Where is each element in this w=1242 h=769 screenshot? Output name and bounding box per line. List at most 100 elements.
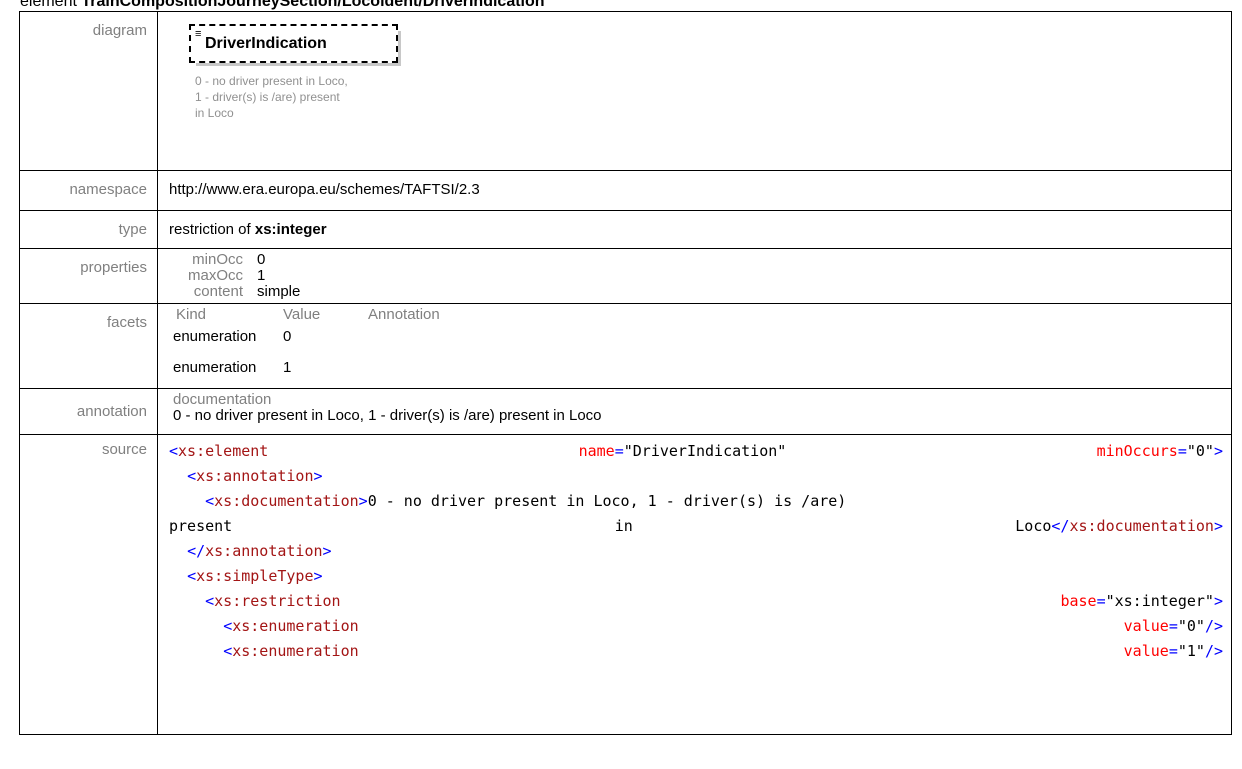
property-key: minOcc [192, 251, 243, 268]
property-value: simple [257, 283, 301, 300]
source-token-group: in [615, 514, 633, 539]
namespace-row: namespace http://www.era.europa.eu/schem… [19, 170, 1232, 211]
source-token: xs:documentation [1069, 517, 1214, 535]
source-token: "1" [1177, 642, 1205, 660]
source-token: > [1213, 517, 1223, 535]
facet-value: 1 [283, 359, 292, 376]
source-token: 0 - no driver present in Loco, 1 - drive… [367, 492, 847, 510]
source-token: > [313, 567, 323, 585]
source-line: <xs:annotation> [169, 464, 1223, 489]
element-path: TrainCompositionJourneySection/Locoident… [81, 0, 545, 10]
facet-kind: enumeration [173, 359, 257, 376]
facet-value: 0 [283, 328, 292, 345]
type-prefix: restriction of [169, 221, 255, 238]
source-token: xs:enumeration [232, 642, 359, 660]
source-token: xs:annotation [196, 467, 314, 485]
source-label: source [19, 434, 158, 735]
facets-header-kind: Kind [176, 306, 207, 323]
documentation-lines-icon: ≡ [195, 28, 202, 40]
source-line: present in Loco</xs:documentation> [169, 514, 1223, 539]
source-token: < [223, 617, 233, 635]
element-diagram: ≡ DriverIndication 0 - no driver present… [158, 12, 1231, 170]
facet-kind: enumeration [173, 328, 257, 345]
property-min-occ: minOcc 0 [169, 252, 1231, 268]
source-token-group: <xs:element [169, 439, 268, 464]
property-max-occ: maxOcc 1 [169, 268, 1231, 284]
source-token: xs:enumeration [232, 617, 359, 635]
property-key: content [193, 283, 243, 300]
source-token: < [205, 592, 215, 610]
diagram-label: diagram [19, 11, 158, 171]
source-token: xs:simpleType [196, 567, 314, 585]
facet-row: enumeration 0 [173, 328, 1231, 346]
source-token: > [1213, 442, 1223, 460]
source-token: minOccurs [1096, 442, 1178, 460]
property-value: 0 [257, 251, 266, 268]
source-token: = [1096, 592, 1106, 610]
source-token: = [614, 442, 624, 460]
source-token: xs:element [178, 442, 269, 460]
source-token-group: <xs:restriction [169, 589, 341, 614]
type-label: type [19, 210, 158, 249]
source-token: name [578, 442, 615, 460]
source-token-group: <xs:documentation>0 - no driver present … [169, 489, 846, 514]
annotation-text: 0 - no driver present in Loco, 1 - drive… [173, 407, 602, 424]
source-token-group: Loco</xs:documentation> [1015, 514, 1223, 539]
diagram-element-name: DriverIndication [205, 35, 327, 52]
source-token: "DriverIndication" [623, 442, 787, 460]
source-token: < [187, 567, 197, 585]
source-token: /> [1204, 617, 1223, 635]
source-row: source <xs:element name="DriverIndication… [19, 434, 1232, 735]
facets-header-value: Value [283, 306, 321, 323]
source-token-group: value="0"/> [1124, 614, 1223, 639]
type-base: xs:integer [254, 221, 327, 238]
diagram-row: diagram ≡ DriverIndication 0 - no driver… [19, 11, 1232, 171]
source-token-group: minOccurs="0"> [1097, 439, 1223, 464]
source-token: in [614, 517, 633, 535]
properties-row: properties minOcc 0 maxOcc 1 content simple [19, 248, 1232, 304]
source-token: /> [1204, 642, 1223, 660]
properties-label: properties [19, 248, 158, 304]
source-line: <xs:restriction base="xs:integer"> [169, 589, 1223, 614]
title-prefix: element [20, 0, 82, 10]
namespace-label: namespace [19, 170, 158, 211]
property-key: maxOcc [187, 267, 243, 284]
facets-header-annotation: Annotation [368, 306, 440, 323]
source-token-group: <xs:annotation> [169, 464, 323, 489]
source-token: < [205, 492, 215, 510]
page-title: element TrainCompositionJourneySection/L… [20, 0, 545, 11]
facets-header: Kind Value Annotation [173, 307, 1231, 322]
source-token: "0" [1186, 442, 1214, 460]
diagram-doc-line: 1 - driver(s) is /are) present [195, 90, 340, 104]
source-token: = [1177, 442, 1187, 460]
source-token: = [1168, 617, 1178, 635]
source-token: xs:annotation [205, 542, 323, 560]
source-line: <xs:simpleType> [169, 564, 1223, 589]
annotation-heading: documentation [173, 391, 272, 408]
source-line: <xs:element name="DriverIndication" minOcc… [169, 439, 1223, 464]
source-token: "0" [1177, 617, 1205, 635]
property-content: content simple [169, 284, 1231, 300]
source-token: > [1213, 592, 1223, 610]
source-token: > [358, 492, 368, 510]
source-token-group: value="1"/> [1124, 639, 1223, 664]
diagram-element-box[interactable]: ≡ DriverIndication [189, 24, 398, 63]
source-token: </ [1051, 517, 1070, 535]
source-token: > [313, 467, 323, 485]
facet-row: enumeration 1 [173, 359, 1231, 377]
source-token: Loco [1015, 517, 1052, 535]
source-token: value [1123, 617, 1169, 635]
source-line: <xs:documentation>0 - no driver present … [169, 489, 1223, 514]
source-token: xs:restriction [214, 592, 341, 610]
source-line: <xs:enumeration value="1"/> [169, 639, 1223, 664]
source-token: > [322, 542, 332, 560]
source-token: < [223, 642, 233, 660]
element-doc-table: diagram ≡ DriverIndication 0 - no driver… [19, 11, 1232, 735]
source-token: xs:documentation [214, 492, 359, 510]
diagram-doc-line: in Loco [195, 106, 234, 120]
source-token: base [1060, 592, 1097, 610]
source-token: "xs:integer" [1105, 592, 1214, 610]
source-token: </ [187, 542, 206, 560]
source-token-group: </xs:annotation> [169, 539, 332, 564]
facets-row: facets Kind Value Annotation enumeration… [19, 303, 1232, 389]
